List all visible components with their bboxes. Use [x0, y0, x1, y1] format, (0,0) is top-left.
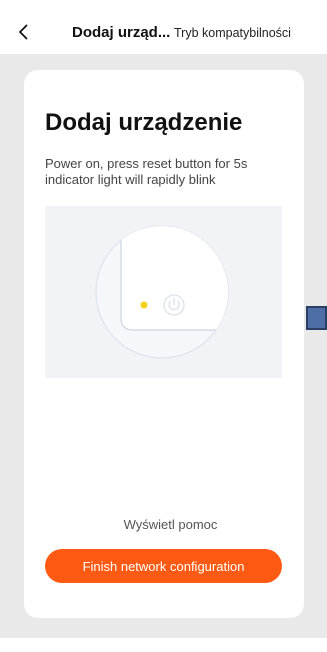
header: Dodaj urząd... Tryb kompatybilności — [0, 8, 327, 54]
compatibility-mode-link[interactable]: Tryb kompatybilności — [174, 26, 291, 40]
card-title: Dodaj urządzenie — [45, 109, 243, 136]
device-body — [120, 226, 228, 331]
device-illustration — [45, 206, 282, 378]
back-button[interactable] — [14, 22, 34, 42]
help-link[interactable]: Wyświetl pomoc — [0, 517, 327, 532]
bottom-bar — [0, 638, 327, 652]
chevron-left-icon — [19, 24, 28, 40]
card-description: Power on, press reset button for 5s indi… — [45, 156, 248, 187]
device-illustration-graphic — [95, 225, 229, 359]
finish-network-configuration-button[interactable]: Finish network configuration — [45, 549, 282, 583]
page-title: Dodaj urząd... — [72, 24, 171, 41]
side-marker — [306, 306, 327, 330]
status-bar — [0, 0, 327, 8]
indicator-light — [140, 301, 148, 309]
